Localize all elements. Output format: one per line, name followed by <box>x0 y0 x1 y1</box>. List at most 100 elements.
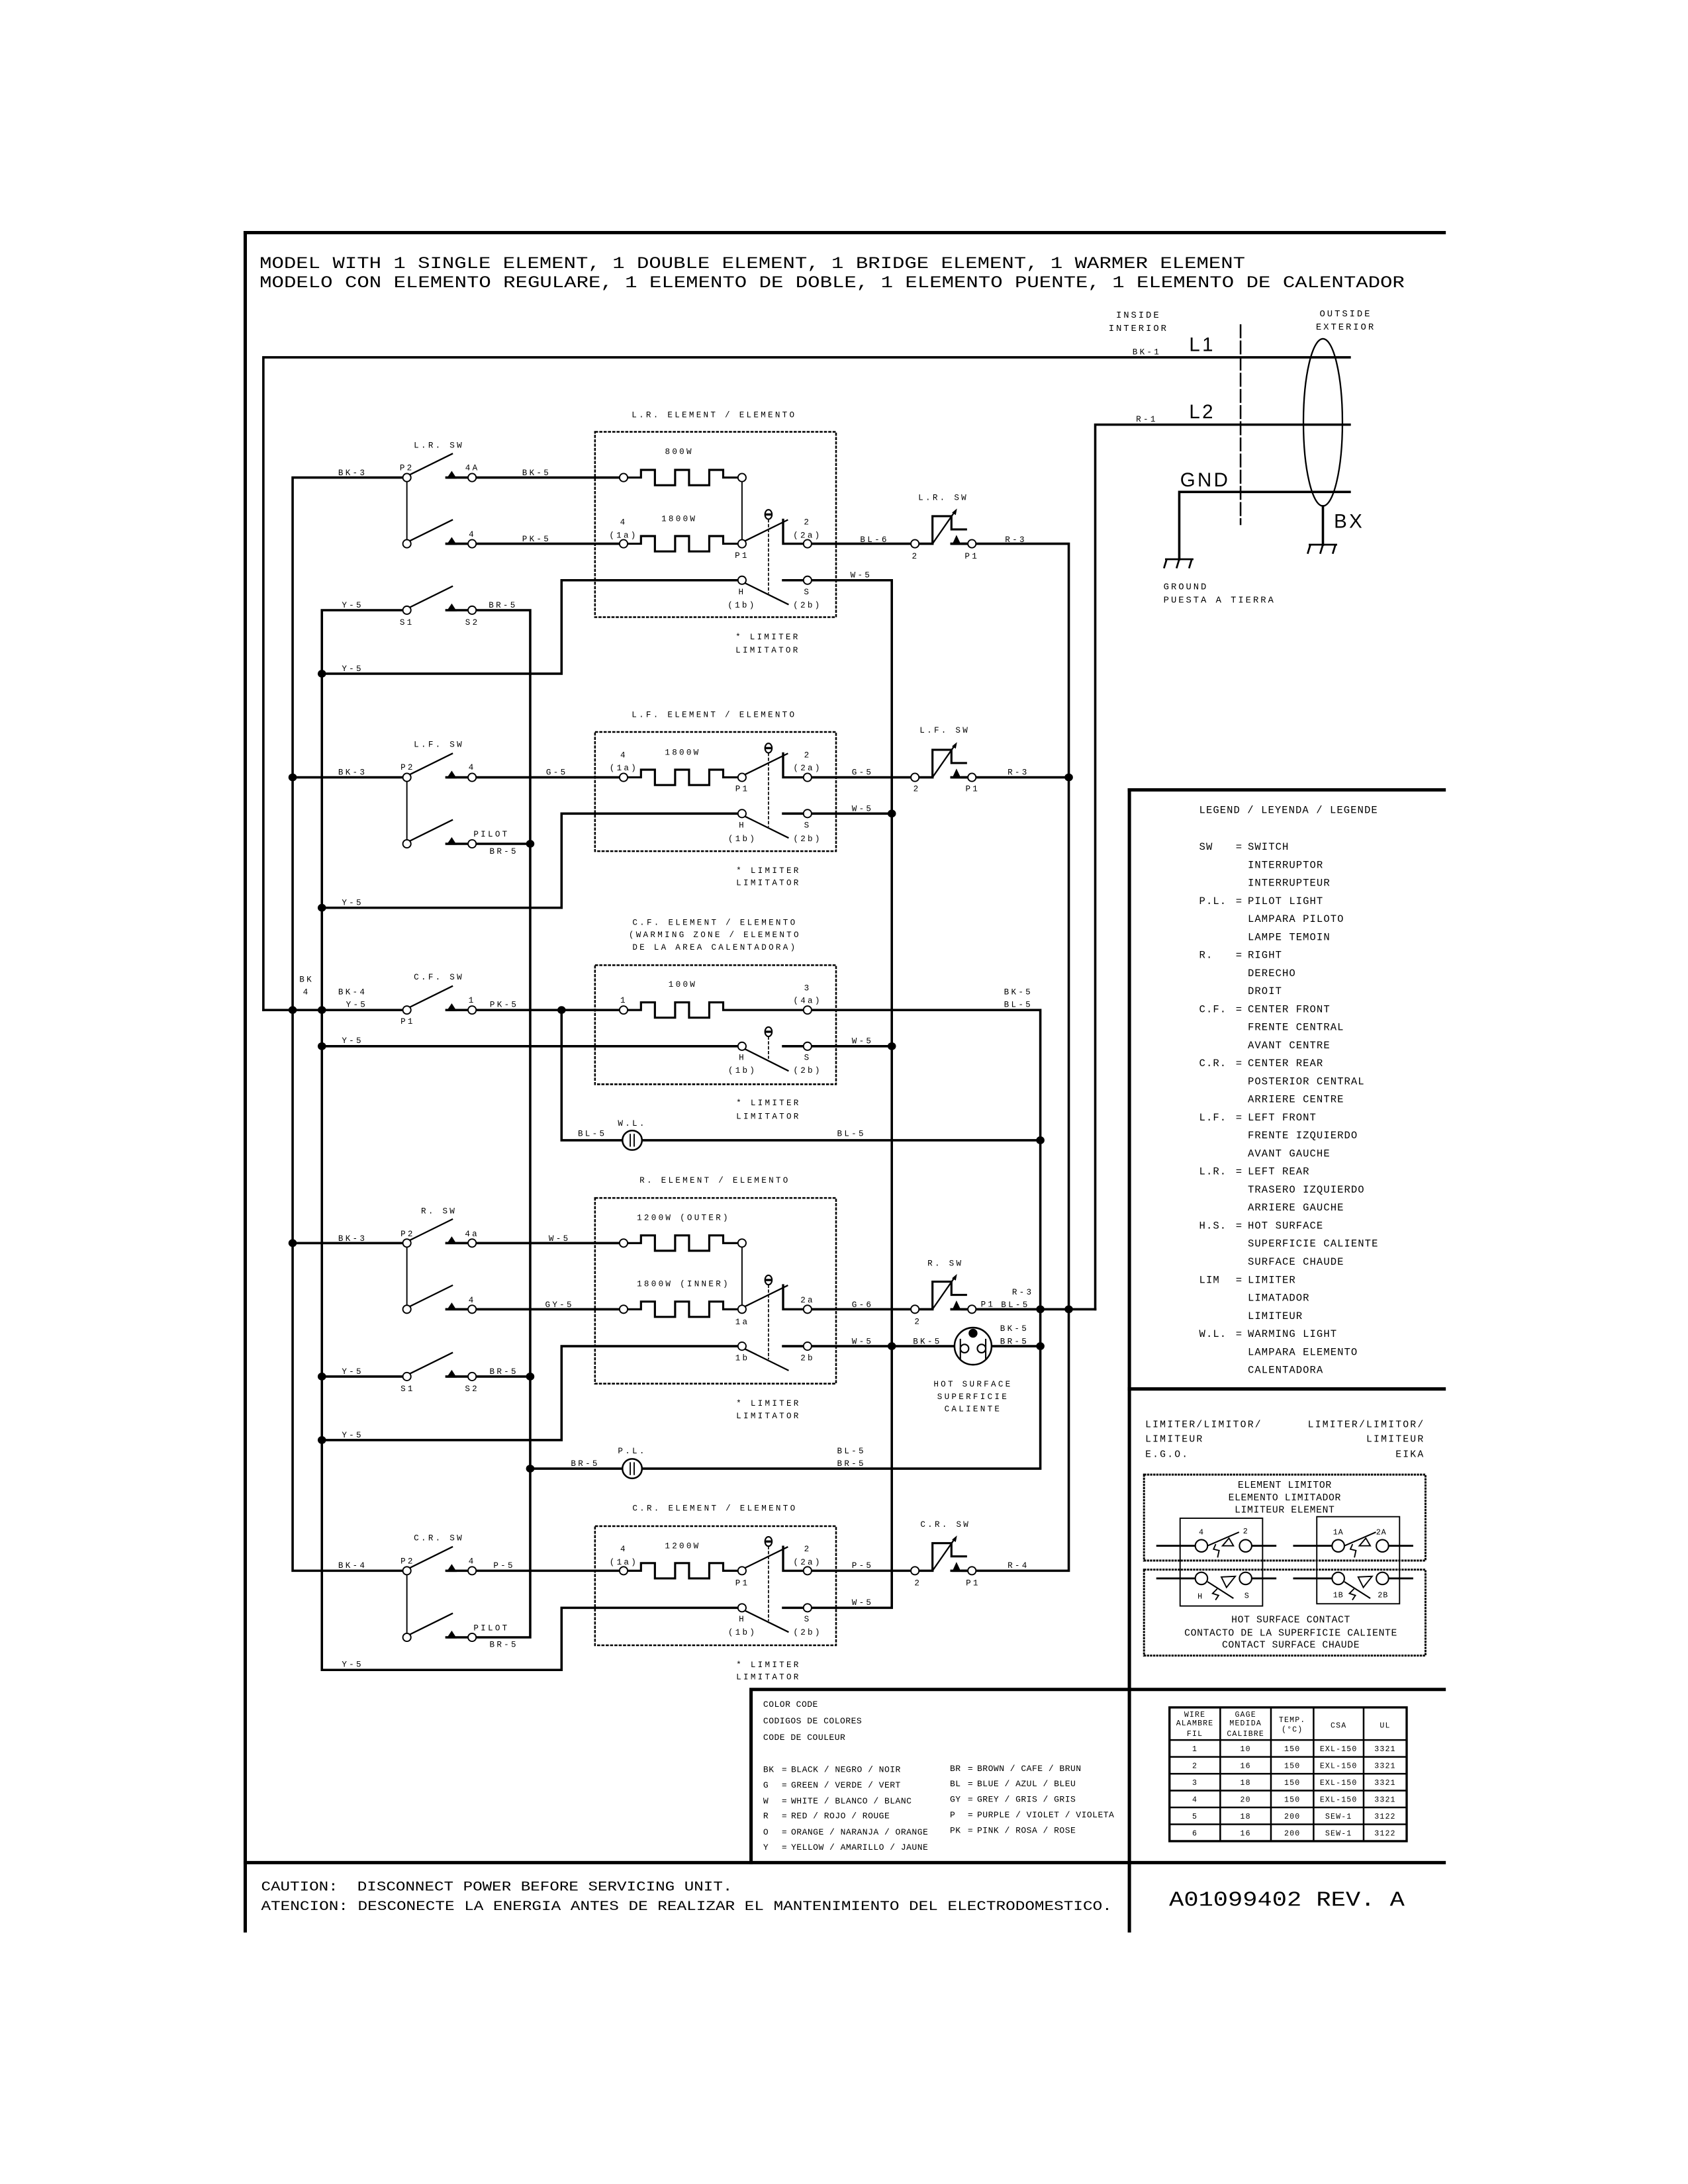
switch-label: L.R. SW <box>918 493 968 503</box>
terminal-label: P1 <box>735 1578 750 1588</box>
wire-table-cell: 150 <box>1284 1796 1300 1804</box>
junction-dot <box>317 1042 326 1050</box>
hot-surface-contact-arm <box>744 1348 789 1371</box>
legend-definition: PILOT LIGHT <box>1248 895 1323 907</box>
color-code-equals: = <box>782 1796 787 1806</box>
wire-label: BK-5 <box>1004 987 1033 997</box>
terminal-label: P1 <box>981 1299 996 1309</box>
junction-dot <box>887 1342 896 1350</box>
heating-element-icon <box>628 1234 738 1252</box>
switch-contact-triangle <box>446 770 457 779</box>
wire-label: Y-5 <box>342 600 363 610</box>
wire <box>320 812 743 909</box>
limiter-note: LIMITATOR <box>736 1111 800 1121</box>
wire-label: Y-5 <box>342 1659 363 1669</box>
wire-label: Y-5 <box>342 1036 363 1046</box>
color-code-equals: = <box>968 1810 973 1820</box>
terminal-label: S1 <box>400 617 414 627</box>
heater-rating: 1800W <box>665 747 700 757</box>
limiter-note: * LIMITER <box>736 1398 800 1408</box>
terminal-icon <box>802 1342 812 1351</box>
wire-table-cell: 3321 <box>1374 1779 1395 1788</box>
color-code-abbreviation: G <box>763 1780 769 1790</box>
wire-table-cell: 150 <box>1284 1762 1300 1771</box>
wire-label: BL-5 <box>1001 1300 1029 1310</box>
color-code-abbreviation: GY <box>950 1795 961 1805</box>
legend-definition: TRASERO IZQUIERDO <box>1248 1184 1365 1196</box>
wire-table-header: WIRE <box>1184 1711 1205 1719</box>
color-code-abbreviation: P <box>950 1810 955 1820</box>
color-code-equals: = <box>968 1764 973 1774</box>
terminal-label: 1 <box>469 995 476 1005</box>
legend-definition: LAMPARA ELEMENTO <box>1248 1346 1358 1358</box>
element-title: DE LA AREA CALENTADORA) <box>632 942 797 952</box>
legend-definition: SWITCH <box>1248 841 1289 853</box>
indicator-pin <box>976 1343 987 1354</box>
terminal-label: S1 <box>400 1384 415 1394</box>
color-code-equals: = <box>782 1843 787 1852</box>
thermal-limiter-icon <box>764 1274 773 1360</box>
terminal-label: P1 <box>735 551 749 561</box>
color-code-equals: = <box>968 1795 973 1805</box>
color-code-meaning: PURPLE / VIOLET / VIOLETA <box>977 1810 1114 1820</box>
legend-definition: AVANT GAUCHE <box>1248 1148 1331 1160</box>
legend-equals: = <box>1236 895 1243 907</box>
color-code-equals: = <box>968 1825 973 1835</box>
thermostatic-switch-icon <box>931 508 968 545</box>
wire <box>262 356 1351 1011</box>
switch-contact-triangle <box>446 837 457 845</box>
thermal-limiter-icon <box>764 743 773 827</box>
wire-label: Y-5 <box>342 664 363 674</box>
terminal-label: 2a <box>800 1295 815 1305</box>
lamp-label: W.L. <box>618 1118 646 1128</box>
terminal-icon <box>467 1238 477 1248</box>
terminal-icon <box>910 1566 920 1576</box>
eika-limiter-caption: LIMITER/LIMITOR/ <box>1308 1420 1425 1431</box>
terminal-icon <box>467 473 477 482</box>
wire <box>320 1345 743 1441</box>
switch-contact-triangle <box>952 1562 962 1572</box>
terminal-icon <box>467 772 477 782</box>
wire-table-header: ALAMBRE <box>1176 1719 1214 1728</box>
switch-arm <box>408 819 453 842</box>
wire-label: BL-5 <box>578 1129 606 1139</box>
wire-label: BR-5 <box>837 1459 865 1469</box>
terminal-label: 2 <box>804 518 811 527</box>
junction-dot <box>317 1373 326 1381</box>
terminal-icon <box>1376 1571 1389 1586</box>
part-number: A01099402 REV. A <box>1169 1889 1405 1913</box>
terminal-label: PILOT <box>473 1623 509 1633</box>
legend-definition: SUPERFICIE CALIENTE <box>1248 1238 1378 1250</box>
element-limitor-caption: ELEMENTO LIMITADOR <box>1229 1493 1341 1504</box>
terminal-icon <box>402 605 412 615</box>
terminal-label: 4 <box>469 1556 476 1566</box>
eika-limiter-caption: EIKA <box>1395 1449 1425 1460</box>
switch-arm <box>408 1612 453 1636</box>
color-code-equals: = <box>782 1780 787 1790</box>
switch-contact-triangle <box>446 1369 457 1378</box>
switch-contact-icon <box>408 1351 457 1378</box>
wire-table-cell: 18 <box>1241 1813 1251 1821</box>
ground-tick <box>1319 544 1324 555</box>
switch-contact-triangle <box>446 537 457 545</box>
junction-dot <box>887 809 896 818</box>
legend-abbreviation: C.F. <box>1199 1003 1227 1015</box>
limiter-arm <box>744 1285 788 1308</box>
terminal-icon <box>402 1371 412 1381</box>
wire-table-cell: EXL-150 <box>1320 1796 1358 1804</box>
wire-table-cell: SEW-1 <box>1325 1829 1352 1838</box>
terminal-icon <box>402 473 412 482</box>
legend-abbreviation: L.R. <box>1199 1166 1227 1178</box>
warming-light-icon <box>622 1129 643 1151</box>
junction-dot <box>1036 1305 1045 1314</box>
terminal-label: P2 <box>400 1229 415 1239</box>
terminal-icon <box>802 809 812 819</box>
wire-table-cell: 3122 <box>1374 1829 1395 1838</box>
wire-label: W-5 <box>549 1234 571 1244</box>
terminal-label: H <box>738 587 745 597</box>
wire-label: R-3 <box>1012 1287 1034 1297</box>
color-code-meaning: BROWN / CAFE / BRUN <box>977 1764 1082 1774</box>
terminal-icon <box>618 473 629 482</box>
junction-dot <box>1036 1136 1045 1144</box>
color-code-meaning: GREY / GRIS / GRIS <box>977 1795 1076 1805</box>
